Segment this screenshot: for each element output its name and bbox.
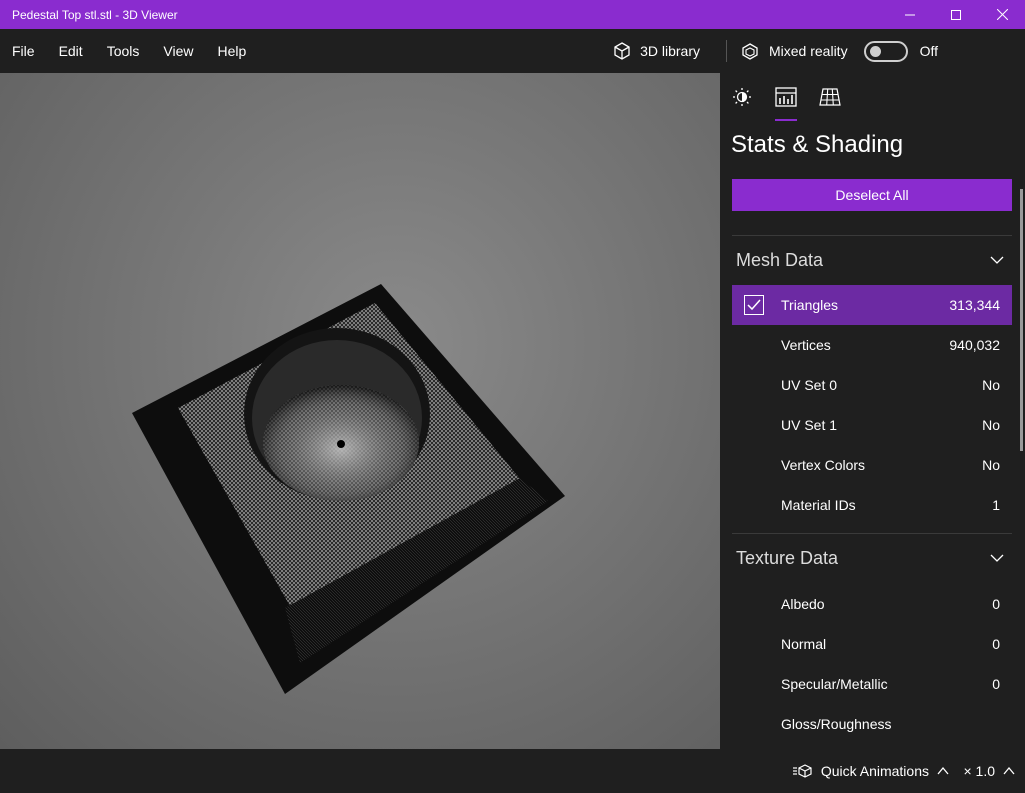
menu-bar: File Edit Tools View Help 3D library Mix… bbox=[0, 29, 1025, 73]
deselect-all-button[interactable]: Deselect All bbox=[732, 179, 1012, 211]
mesh-data-title: Mesh Data bbox=[736, 249, 824, 270]
chevron-down-icon bbox=[990, 554, 1004, 562]
row-value: 0 bbox=[992, 676, 1000, 692]
mesh-row-vertices[interactable]: Vertices 940,032 bbox=[732, 325, 1012, 365]
close-button[interactable] bbox=[979, 0, 1025, 29]
row-value: No bbox=[982, 417, 1000, 433]
row-label: Vertex Colors bbox=[781, 457, 866, 473]
cylinder-center bbox=[337, 440, 345, 448]
menu-view[interactable]: View bbox=[151, 29, 205, 73]
row-value: 0 bbox=[992, 596, 1000, 612]
panel-title: Stats & Shading bbox=[731, 131, 904, 158]
tab-grid[interactable] bbox=[808, 73, 852, 121]
texture-data-header[interactable]: Texture Data bbox=[732, 534, 1012, 582]
mesh-row-triangles[interactable]: Triangles 313,344 bbox=[732, 285, 1012, 325]
grid-icon bbox=[819, 88, 841, 106]
speed-label: × 1.0 bbox=[963, 763, 995, 779]
maximize-button[interactable] bbox=[933, 0, 979, 29]
row-label: UV Set 0 bbox=[781, 377, 838, 393]
minimize-button[interactable] bbox=[887, 0, 933, 29]
checkmark-icon bbox=[747, 299, 761, 311]
row-value: 940,032 bbox=[949, 337, 1000, 353]
toggle-knob bbox=[869, 45, 881, 57]
row-value: 313,344 bbox=[949, 297, 1000, 313]
3d-library-button[interactable]: 3D library bbox=[612, 29, 714, 73]
texture-row-specular-metallic[interactable]: Specular/Metallic 0 bbox=[732, 664, 1012, 704]
row-label: Albedo bbox=[781, 596, 825, 612]
animation-cube-icon bbox=[792, 764, 812, 778]
mesh-row-uv-set-1[interactable]: UV Set 1 No bbox=[732, 405, 1012, 445]
menu-tools[interactable]: Tools bbox=[95, 29, 152, 73]
texture-row-normal[interactable]: Normal 0 bbox=[732, 624, 1012, 664]
mixed-reality-icon bbox=[742, 43, 758, 60]
row-label: Normal bbox=[781, 636, 827, 652]
mesh-row-uv-set-0[interactable]: UV Set 0 No bbox=[732, 365, 1012, 405]
texture-row-albedo[interactable]: Albedo 0 bbox=[732, 584, 1012, 624]
row-value: No bbox=[982, 377, 1000, 393]
mesh-data-header[interactable]: Mesh Data bbox=[732, 236, 1012, 284]
row-label: UV Set 1 bbox=[781, 417, 838, 433]
mesh-row-vertex-colors[interactable]: Vertex Colors No bbox=[732, 445, 1012, 485]
close-icon bbox=[996, 9, 1008, 20]
window-title: Pedestal Top stl.stl - 3D Viewer bbox=[12, 7, 178, 22]
title-bar: Pedestal Top stl.stl - 3D Viewer bbox=[0, 0, 1025, 29]
row-label: Specular/Metallic bbox=[781, 676, 888, 692]
quick-animations-button[interactable]: Quick Animations bbox=[792, 749, 949, 793]
panel-scrollbar[interactable] bbox=[1020, 189, 1023, 451]
panel-tabs bbox=[720, 73, 852, 121]
toolbar-separator bbox=[725, 40, 727, 62]
3d-viewport[interactable] bbox=[0, 73, 720, 749]
row-value: 1 bbox=[992, 497, 1000, 513]
animation-speed-button[interactable]: × 1.0 bbox=[963, 749, 1015, 793]
texture-data-title: Texture Data bbox=[736, 547, 839, 568]
mixed-reality-toggle[interactable] bbox=[863, 40, 908, 62]
row-value: No bbox=[982, 457, 1000, 473]
stats-panel: Stats & Shading Deselect All Mesh Data T… bbox=[720, 73, 1025, 749]
row-label: Triangles bbox=[781, 297, 839, 313]
bottom-bar: Quick Animations × 1.0 bbox=[0, 749, 1025, 793]
quick-animations-label: Quick Animations bbox=[820, 763, 929, 779]
mixed-reality-state: Off bbox=[919, 43, 938, 59]
mixed-reality-label: Mixed reality bbox=[768, 43, 848, 59]
chevron-up-icon bbox=[1003, 767, 1015, 775]
maximize-icon bbox=[951, 9, 961, 20]
minimize-icon bbox=[905, 14, 915, 15]
cube-icon bbox=[614, 42, 630, 60]
tab-stats[interactable] bbox=[764, 73, 808, 121]
stats-chart-icon bbox=[775, 87, 797, 107]
mesh-row-material-ids[interactable]: Material IDs 1 bbox=[732, 485, 1012, 525]
row-label: Gloss/Roughness bbox=[781, 716, 892, 732]
menu-file[interactable]: File bbox=[0, 29, 47, 73]
tab-lighting[interactable] bbox=[720, 73, 764, 121]
mixed-reality-control[interactable]: Mixed reality bbox=[741, 40, 908, 62]
chevron-down-icon bbox=[990, 256, 1004, 264]
pedestal-model bbox=[132, 284, 565, 694]
menu-help[interactable]: Help bbox=[205, 29, 258, 73]
row-value: 0 bbox=[992, 636, 1000, 652]
chevron-up-icon bbox=[937, 767, 949, 775]
sun-icon bbox=[733, 88, 751, 106]
texture-row-gloss-roughness[interactable]: Gloss/Roughness bbox=[732, 704, 1012, 744]
row-label: Vertices bbox=[781, 337, 831, 353]
3d-library-label: 3D library bbox=[640, 43, 700, 59]
triangles-checkbox[interactable] bbox=[744, 295, 764, 315]
menu-edit[interactable]: Edit bbox=[47, 29, 95, 73]
row-label: Material IDs bbox=[781, 497, 856, 513]
